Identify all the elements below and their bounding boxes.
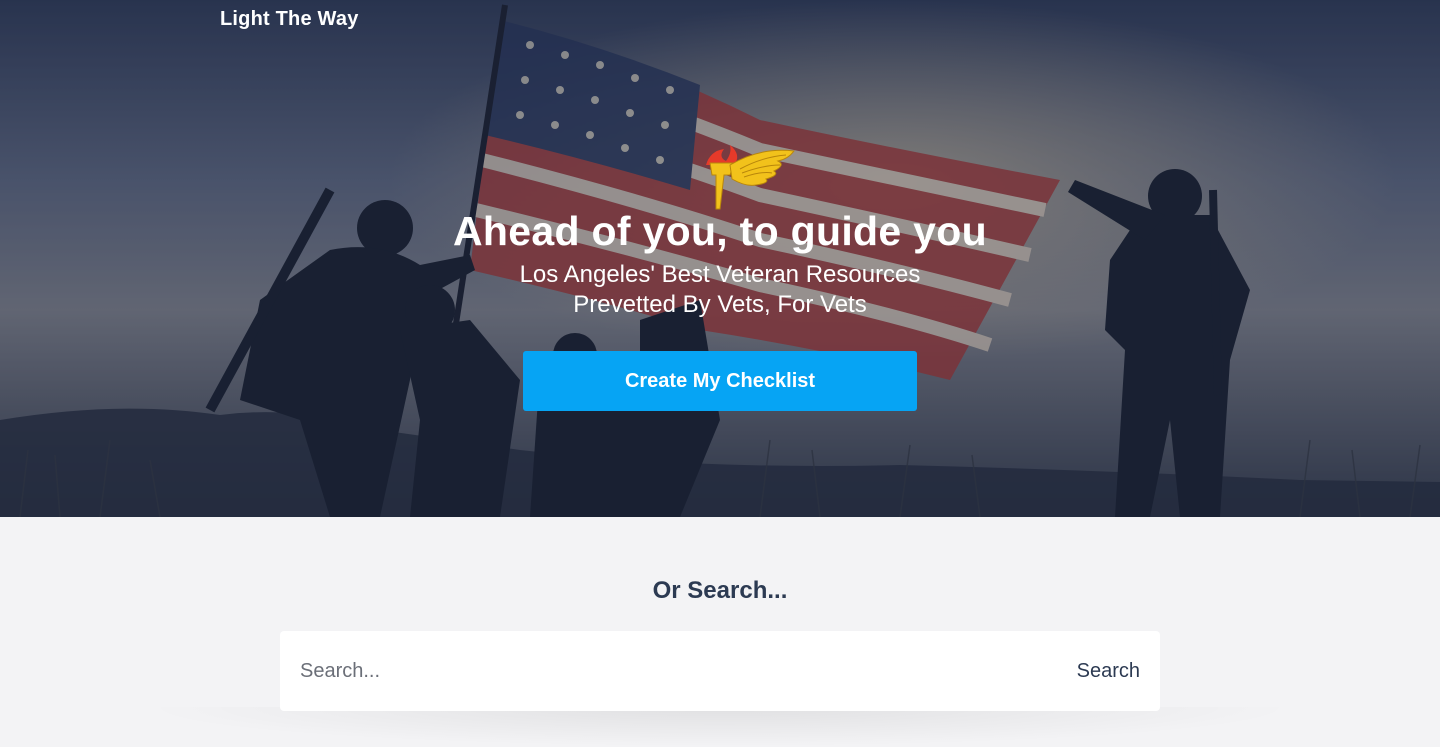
search-input[interactable] <box>280 631 1040 711</box>
hero-subline-prevetted: Prevetted By Vets, For Vets <box>573 291 867 318</box>
search-heading: Or Search... <box>652 577 788 604</box>
hero-section: Light The Way Ahead of you, to guide you… <box>0 0 1440 517</box>
search-box-shadow <box>140 707 1300 747</box>
search-section: Or Search... Search <box>0 517 1440 747</box>
create-checklist-button[interactable]: Create My Checklist <box>523 351 917 411</box>
hero-headline: Ahead of you, to guide you <box>453 208 987 254</box>
pathfinder-torch-wing-icon <box>706 145 795 210</box>
brand-logo-text[interactable]: Light The Way <box>220 8 359 31</box>
search-bar: Search <box>280 631 1160 711</box>
search-button[interactable]: Search <box>1077 631 1140 711</box>
hero-overlay <box>0 0 1440 517</box>
hero-subline-resources: Los Angeles' Best Veteran Resources <box>519 261 921 288</box>
